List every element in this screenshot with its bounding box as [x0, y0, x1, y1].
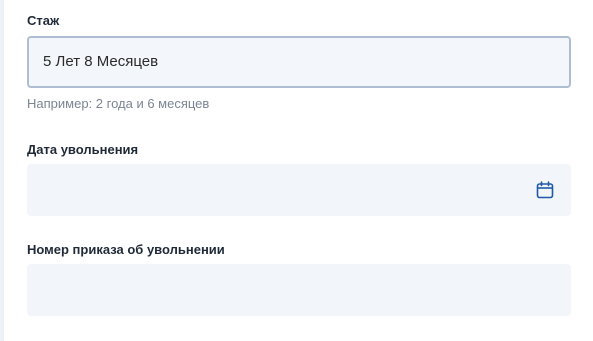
dismissal-order-field[interactable] [27, 264, 571, 316]
experience-value: 5 Лет 8 Месяцев [43, 53, 159, 70]
calendar-icon[interactable] [536, 181, 554, 199]
page-left-edge [0, 0, 4, 341]
dismissal-date-field[interactable] [27, 164, 571, 216]
form-page: Стаж 5 Лет 8 Месяцев Например: 2 года и … [0, 0, 593, 341]
dismissal-order-label: Номер приказа об увольнении [27, 242, 225, 257]
experience-field[interactable]: 5 Лет 8 Месяцев [27, 36, 571, 88]
experience-hint: Например: 2 года и 6 месяцев [27, 96, 210, 111]
experience-label: Стаж [27, 13, 60, 28]
dismissal-date-label: Дата увольнения [27, 142, 139, 157]
